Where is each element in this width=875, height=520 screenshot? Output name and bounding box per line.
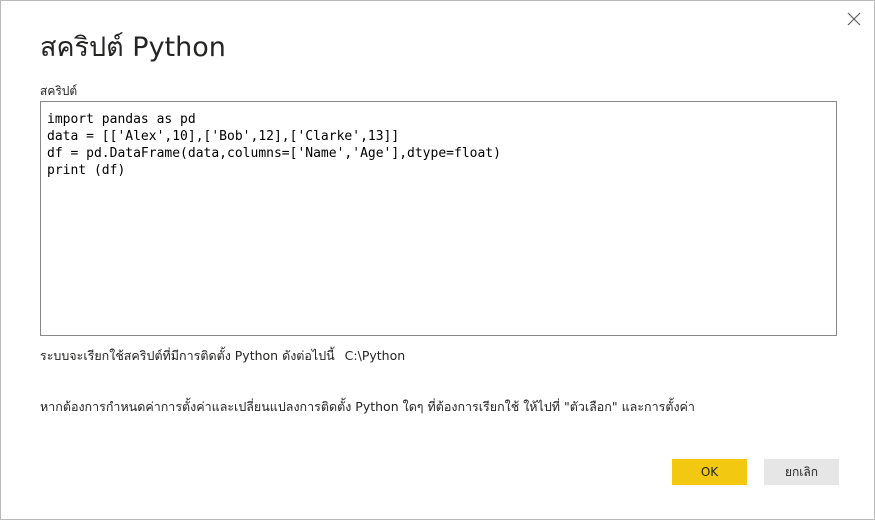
python-install-info: ระบบจะเรียกใช้สคริปต์ที่มีการติดตั้ง Pyt… xyxy=(40,346,405,366)
install-path: C:\Python xyxy=(344,348,406,363)
script-code[interactable]: import pandas as pd data = [['Alex',10],… xyxy=(47,111,830,179)
script-label: สคริปต์ xyxy=(40,84,78,98)
python-script-dialog: สคริปต์ Python สคริปต์ import pandas as … xyxy=(0,0,875,520)
cancel-button[interactable]: ยกเลิก xyxy=(764,459,839,485)
close-icon xyxy=(847,12,861,26)
script-editor[interactable]: import pandas as pd data = [['Alex',10],… xyxy=(40,101,837,336)
settings-hint: หากต้องการกำหนดค่าการตั้งค่าและเปลี่ยนแป… xyxy=(40,399,695,414)
close-button[interactable] xyxy=(842,7,866,31)
ok-button[interactable]: OK xyxy=(672,459,747,485)
dialog-title: สคริปต์ Python xyxy=(40,32,226,63)
install-info-text: ระบบจะเรียกใช้สคริปต์ที่มีการติดตั้ง Pyt… xyxy=(40,348,335,363)
